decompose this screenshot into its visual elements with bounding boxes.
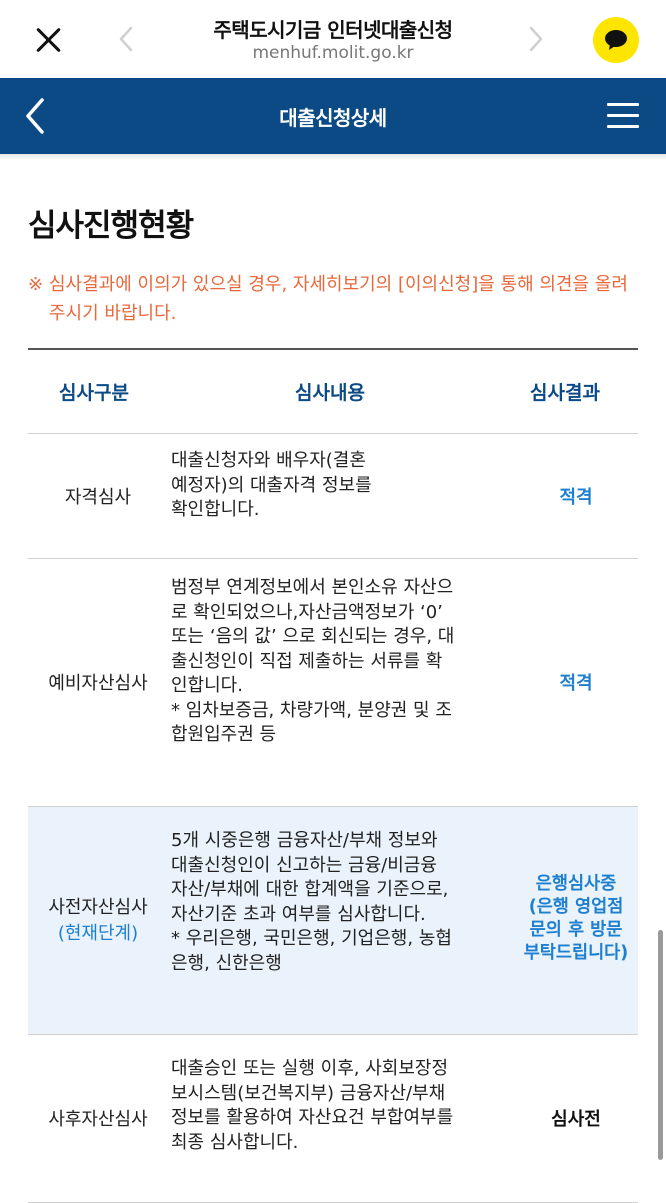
row-content: 5개 시중은행 금융자산/부채 정보와 대출신청인이 신고하는 금융/비금융 자… [171,829,506,976]
review-status-table: 심사구분 심사내용 심사결과 자격심사 대출신청자와 배우자(결혼 예정자)의 … [28,348,638,1203]
content-line: 인합니다. [171,675,243,696]
section-title: 심사진행현황 [28,208,194,244]
row-result: 심사전 [551,1109,601,1130]
table-row: 자격심사 대출신청자와 배우자(결혼 예정자)의 대출자격 정보를 확인합니다.… [28,434,638,559]
content-line: 정보를 활용하여 자산요건 부합여부를 [171,1107,454,1128]
row-content: 대출신청자와 배우자(결혼 예정자)의 대출자격 정보를 확인합니다. [171,449,506,523]
content-line: 은행, 신한은행 [171,952,282,974]
content-line: 또는 ‘음의 값’ 으로 회신되는 경우, 대 [171,626,455,647]
content-line: 확인합니다. [171,499,260,520]
content-line: 대출승인 또는 실행 이후, 사회보장정 [171,1058,449,1079]
row-category: 예비자산심사 [48,673,148,694]
category-label: 사전자산심사 [48,897,148,918]
content-line: 자산기준 초과 여부를 심사합니다. [171,903,426,925]
content-line: 예정자)의 대출자격 정보를 [171,474,372,496]
row-category: 사후자산심사 [48,1109,148,1130]
row-result: 적격 [559,487,593,508]
notice-message: 심사결과에 이의가 있으실 경우, 자세히보기의 [이의신청]을 통해 의견을 … [49,274,628,324]
row-category: 자격심사 [64,487,132,508]
table-row: 사후자산심사 대출승인 또는 실행 이후, 사회보장정 보시스템(보건복지부) … [28,1035,638,1203]
content-line: * 임차보증금, 차량가액, 분양권 및 조 [171,699,452,721]
result-line: (은행 영업점 [528,897,624,917]
content-line: 대출신청자와 배우자(결혼 [171,450,366,471]
result-line: 문의 후 방문 [529,920,623,940]
content-line: 자산/부채에 대한 합계액을 기준으로, [171,879,449,900]
content-line: 대출신청인이 신고하는 금융/비금융 [171,854,437,876]
scrollbar[interactable] [658,930,663,1160]
app-header: 대출신청상세 [0,78,666,154]
forward-arrow-icon[interactable] [520,24,550,54]
table-row: 예비자산심사 범정부 연계정보에서 본인소유 자산으 로 확인되었으나,자산금액… [28,559,638,807]
kakao-talk-icon[interactable] [593,17,639,63]
content-line: 보시스템(보건복지부) 금융자산/부채 [171,1082,446,1104]
row-content: 범정부 연계정보에서 본인소유 자산으 로 확인되었으나,자산금액정보가 ‘0’… [171,576,506,748]
notice-mark: ※ [28,274,44,295]
content-line: * 우리은행, 국민은행, 기업은행, 농협 [171,928,452,949]
table-header: 심사구분 심사내용 심사결과 [28,350,638,434]
header-result: 심사결과 [530,382,600,404]
header-content: 심사내용 [295,382,365,404]
browser-url[interactable]: menhuf.molit.go.kr [0,43,666,63]
header-category: 심사구분 [59,382,129,404]
row-category: 사전자산심사 (현재단계) [28,893,168,945]
header-divider [0,154,666,160]
row-result: 적격 [559,673,593,694]
table-row-current: 사전자산심사 (현재단계) 5개 시중은행 금융자산/부채 정보와 대출신청인이… [28,807,638,1035]
content-line: 범정부 연계정보에서 본인소유 자산으 [171,577,454,598]
notice-text: ※ 심사결과에 이의가 있으실 경우, 자세히보기의 [이의신청]을 통해 의견… [28,270,640,328]
result-line: 부탁드립니다) [523,943,629,963]
browser-toolbar: 주택도시기금 인터넷대출신청 menhuf.molit.go.kr [0,0,666,78]
hamburger-menu-icon[interactable] [607,100,639,130]
row-result: 은행심사중 (은행 영업점 문의 후 방문 부탁드립니다) [506,873,646,965]
browser-title: 주택도시기금 인터넷대출신청 [213,18,453,42]
row-content: 대출승인 또는 실행 이후, 사회보장정 보시스템(보건복지부) 금융자산/부채… [171,1057,506,1155]
content-line: 최종 심사합니다. [171,1131,299,1153]
current-step-label: (현재단계) [57,923,139,944]
result-line: 은행심사중 [535,874,617,894]
content-line: 합원입주권 등 [171,724,277,745]
page-title: 대출신청상세 [279,106,387,130]
content-line: 로 확인되었으나,자산금액정보가 ‘0’ [171,601,443,623]
content-line: 5개 시중은행 금융자산/부채 정보와 [171,830,438,851]
content-line: 출신청인이 직접 제출하는 서류를 확 [171,650,443,672]
